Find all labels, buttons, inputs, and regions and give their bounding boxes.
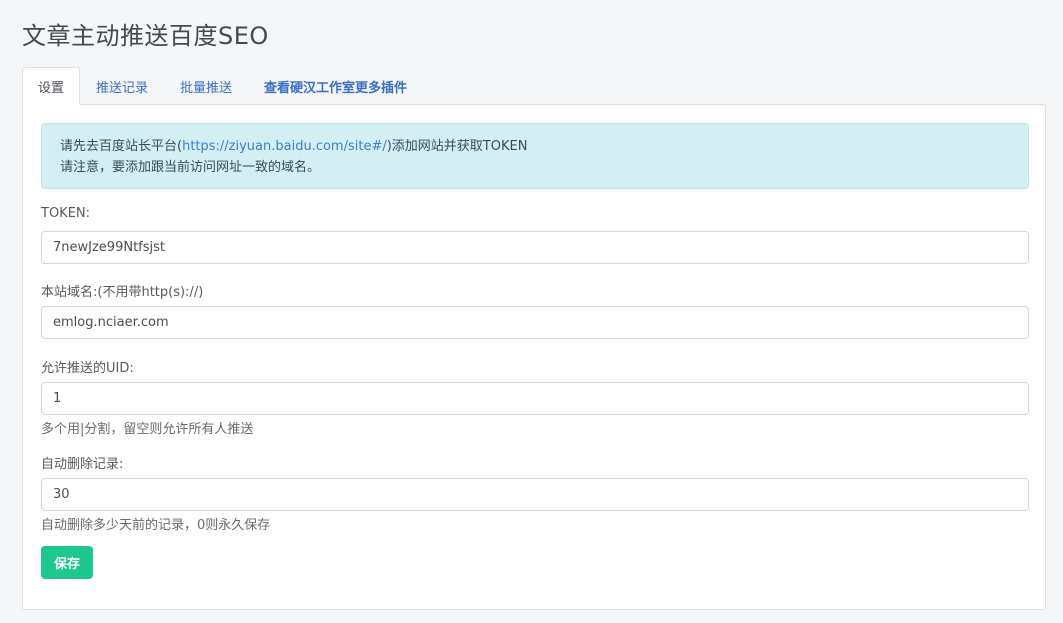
uid-label: 允许推送的UID: xyxy=(41,361,134,376)
token-input[interactable]: 7newJze99Ntfsjst xyxy=(41,231,1029,264)
save-button[interactable]: 保存 xyxy=(41,546,93,579)
tab-bar: 设置 推送记录 批量推送 查看硬汉工作室更多插件 xyxy=(22,67,423,105)
domain-label: 本站域名:(不用带http(s)://) xyxy=(41,285,204,300)
auto-delete-label: 自动删除记录: xyxy=(41,457,124,472)
settings-panel: 请先去百度站长平台(https://ziyuan.baidu.com/site#… xyxy=(22,104,1046,610)
domain-input[interactable]: emlog.nciaer.com xyxy=(41,306,1029,339)
tab-more-plugins-link[interactable]: 查看硬汉工作室更多插件 xyxy=(248,67,423,105)
auto-delete-input[interactable]: 30 xyxy=(41,478,1029,511)
notice-line-1-suffix: )添加网站并获取TOKEN xyxy=(386,139,528,154)
notice-line-1-prefix: 请先去百度站长平台( xyxy=(60,139,183,154)
uid-input[interactable]: 1 xyxy=(41,382,1029,415)
tab-settings[interactable]: 设置 xyxy=(22,67,81,105)
page-title: 文章主动推送百度SEO xyxy=(22,22,269,50)
notice-line-2: 请注意，要添加跟当前访问网址一致的域名。 xyxy=(60,160,321,175)
auto-delete-help-text: 自动删除多少天前的记录，0则永久保存 xyxy=(41,518,271,533)
tab-batch-push[interactable]: 批量推送 xyxy=(164,67,248,105)
notice-line-1: 请先去百度站长平台(https://ziyuan.baidu.com/site#… xyxy=(60,136,1010,157)
baidu-platform-link[interactable]: https://ziyuan.baidu.com/site#/ xyxy=(182,139,387,154)
token-label: TOKEN: xyxy=(41,206,91,221)
info-notice: 请先去百度站长平台(https://ziyuan.baidu.com/site#… xyxy=(41,123,1029,189)
tab-push-records[interactable]: 推送记录 xyxy=(80,67,164,105)
uid-help-text: 多个用|分割，留空则允许所有人推送 xyxy=(41,422,254,437)
